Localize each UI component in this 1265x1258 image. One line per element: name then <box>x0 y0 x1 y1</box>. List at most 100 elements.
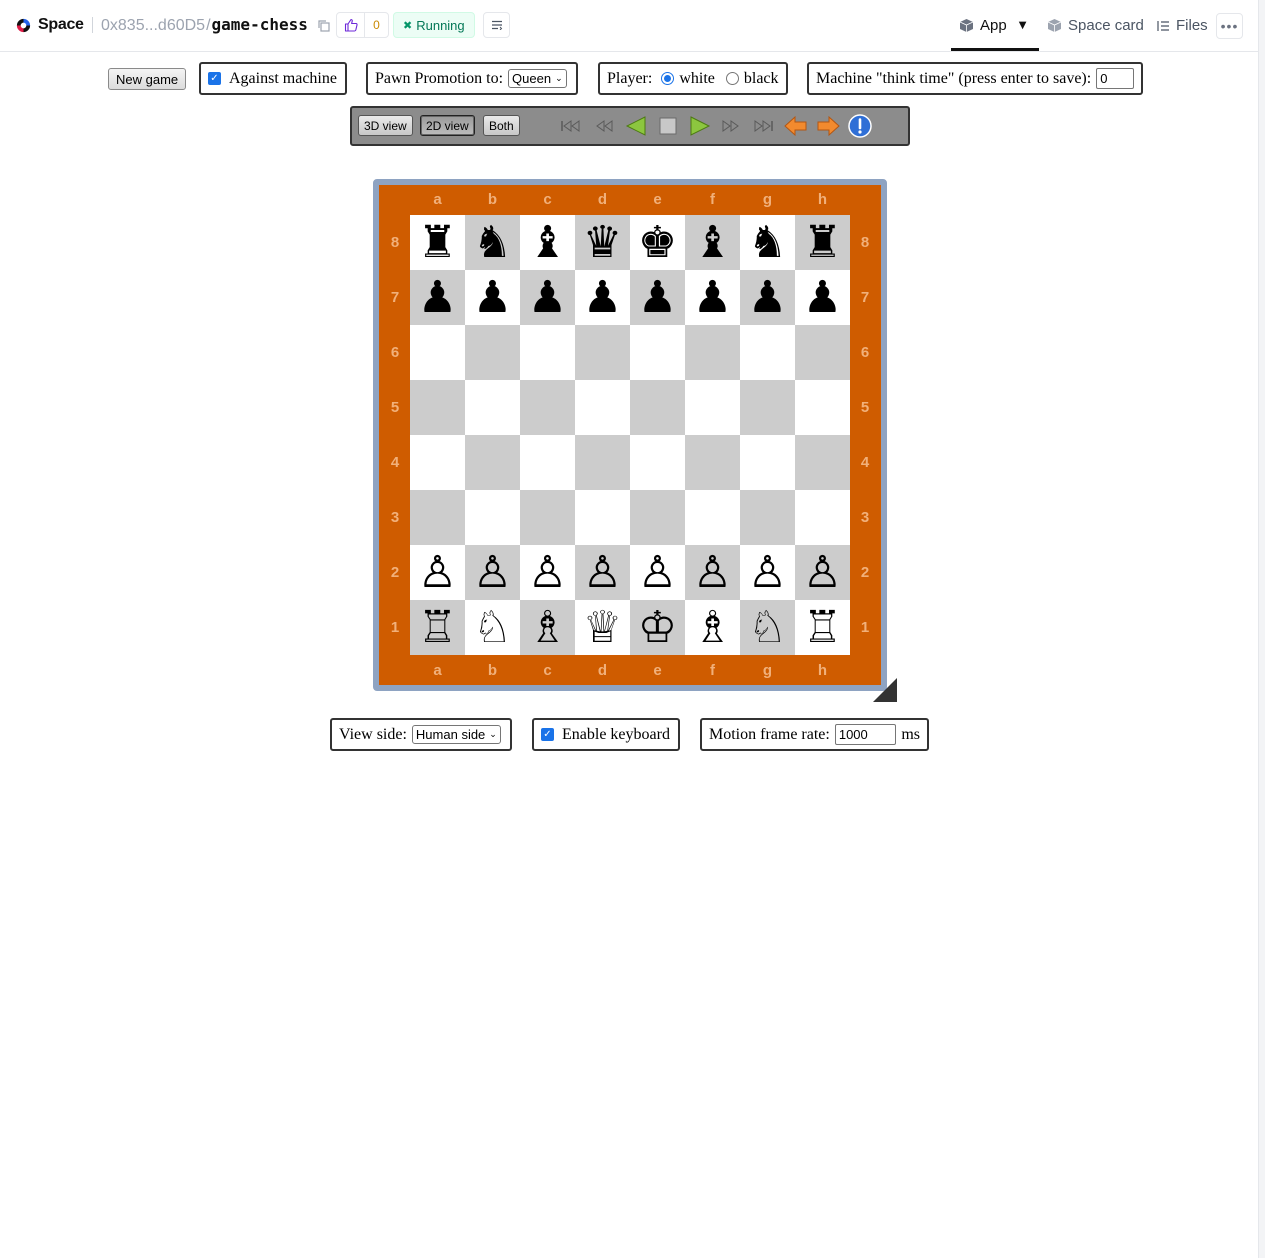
redo-arrow-icon[interactable] <box>816 114 840 138</box>
play-forward-icon[interactable] <box>688 114 712 138</box>
chess-piece[interactable]: ♝ <box>528 220 567 265</box>
play-backward-icon[interactable] <box>624 114 648 138</box>
chess-piece[interactable]: ♜ <box>803 220 842 265</box>
view-2d-button[interactable]: 2D view <box>420 115 475 136</box>
square-f1[interactable]: ♗ <box>685 600 740 655</box>
square-d5[interactable] <box>575 380 630 435</box>
chevron-down-icon[interactable]: ▼ <box>1019 20 1027 31</box>
frame-rate-input[interactable]: 1000 <box>834 724 897 745</box>
square-g7[interactable]: ♟ <box>740 270 795 325</box>
chess-piece[interactable]: ♛ <box>583 220 622 265</box>
chess-piece[interactable]: ♞ <box>473 220 512 265</box>
square-h1[interactable]: ♖ <box>795 600 850 655</box>
square-a7[interactable]: ♟ <box>410 270 465 325</box>
square-f7[interactable]: ♟ <box>685 270 740 325</box>
more-options-button[interactable]: ••• <box>1216 13 1243 39</box>
square-a1[interactable]: ♖ <box>410 600 465 655</box>
like-count[interactable]: 0 <box>365 13 388 37</box>
square-e6[interactable] <box>630 325 685 380</box>
square-f8[interactable]: ♝ <box>685 215 740 270</box>
new-game-button[interactable]: New game <box>108 68 187 90</box>
chess-piece[interactable]: ♖ <box>803 605 842 650</box>
tab-app[interactable]: App ▼ <box>959 17 1026 34</box>
square-b5[interactable] <box>465 380 520 435</box>
square-d1[interactable]: ♕ <box>575 600 630 655</box>
chess-piece[interactable]: ♙ <box>803 550 842 595</box>
chess-piece[interactable]: ♙ <box>748 550 787 595</box>
square-b4[interactable] <box>465 435 520 490</box>
square-e8[interactable]: ♚ <box>630 215 685 270</box>
last-move-icon[interactable] <box>752 114 774 138</box>
chess-piece[interactable]: ♜ <box>418 220 457 265</box>
square-d8[interactable]: ♛ <box>575 215 630 270</box>
pawn-promotion-select[interactable]: Queen ⌄ <box>508 69 567 88</box>
square-g2[interactable]: ♙ <box>740 545 795 600</box>
chess-piece[interactable]: ♚ <box>638 220 677 265</box>
stop-icon[interactable] <box>658 114 678 138</box>
chess-piece[interactable]: ♖ <box>418 605 457 650</box>
square-b7[interactable]: ♟ <box>465 270 520 325</box>
view-3d-button[interactable]: 3D view <box>358 115 413 136</box>
square-d3[interactable] <box>575 490 630 545</box>
first-move-icon[interactable] <box>560 114 582 138</box>
square-d2[interactable]: ♙ <box>575 545 630 600</box>
square-b1[interactable]: ♘ <box>465 600 520 655</box>
square-a6[interactable] <box>410 325 465 380</box>
square-e5[interactable] <box>630 380 685 435</box>
square-f2[interactable]: ♙ <box>685 545 740 600</box>
square-e3[interactable] <box>630 490 685 545</box>
square-c3[interactable] <box>520 490 575 545</box>
square-a4[interactable] <box>410 435 465 490</box>
square-c7[interactable]: ♟ <box>520 270 575 325</box>
square-g1[interactable]: ♘ <box>740 600 795 655</box>
chess-piece[interactable]: ♞ <box>748 220 787 265</box>
status-badge[interactable]: ✖ Running <box>393 12 475 38</box>
square-g8[interactable]: ♞ <box>740 215 795 270</box>
tab-space-card[interactable]: Space card <box>1047 17 1144 34</box>
square-h2[interactable]: ♙ <box>795 545 850 600</box>
square-a2[interactable]: ♙ <box>410 545 465 600</box>
chess-piece[interactable]: ♙ <box>473 550 512 595</box>
square-f5[interactable] <box>685 380 740 435</box>
chess-piece[interactable]: ♗ <box>528 605 567 650</box>
square-c1[interactable]: ♗ <box>520 600 575 655</box>
square-b6[interactable] <box>465 325 520 380</box>
square-c4[interactable] <box>520 435 575 490</box>
chess-piece[interactable]: ♘ <box>473 605 512 650</box>
chess-piece[interactable]: ♕ <box>583 605 622 650</box>
chess-piece[interactable]: ♙ <box>528 550 567 595</box>
chess-piece[interactable]: ♔ <box>638 605 677 650</box>
square-g6[interactable] <box>740 325 795 380</box>
copy-icon[interactable] <box>317 19 331 33</box>
fast-forward-icon[interactable] <box>720 114 742 138</box>
like-button[interactable] <box>337 13 365 37</box>
breadcrumb-owner[interactable]: 0x835...d60D5 <box>101 17 205 35</box>
enable-keyboard-checkbox[interactable]: ✓ <box>541 728 554 741</box>
chess-piece[interactable]: ♟ <box>473 275 512 320</box>
square-c8[interactable]: ♝ <box>520 215 575 270</box>
view-both-button[interactable]: Both <box>483 115 520 136</box>
square-a3[interactable] <box>410 490 465 545</box>
resize-handle[interactable] <box>873 678 897 702</box>
square-b8[interactable]: ♞ <box>465 215 520 270</box>
square-g3[interactable] <box>740 490 795 545</box>
square-f3[interactable] <box>685 490 740 545</box>
player-white-label[interactable]: white <box>679 70 715 88</box>
scrollbar-track[interactable] <box>1258 0 1265 1258</box>
square-h8[interactable]: ♜ <box>795 215 850 270</box>
chess-piece[interactable]: ♙ <box>418 550 457 595</box>
breadcrumb-repo[interactable]: game-chess <box>212 15 308 34</box>
against-machine-checkbox[interactable]: ✓ <box>208 72 221 85</box>
square-h5[interactable] <box>795 380 850 435</box>
square-h6[interactable] <box>795 325 850 380</box>
square-e1[interactable]: ♔ <box>630 600 685 655</box>
chess-piece[interactable]: ♙ <box>583 550 622 595</box>
square-d6[interactable] <box>575 325 630 380</box>
against-machine-label[interactable]: Against machine <box>229 70 337 88</box>
rewind-icon[interactable] <box>593 114 615 138</box>
square-f4[interactable] <box>685 435 740 490</box>
chess-piece[interactable]: ♙ <box>693 550 732 595</box>
view-side-select[interactable]: Human side ⌄ <box>411 725 501 744</box>
square-h7[interactable]: ♟ <box>795 270 850 325</box>
player-black-radio[interactable] <box>725 72 739 85</box>
